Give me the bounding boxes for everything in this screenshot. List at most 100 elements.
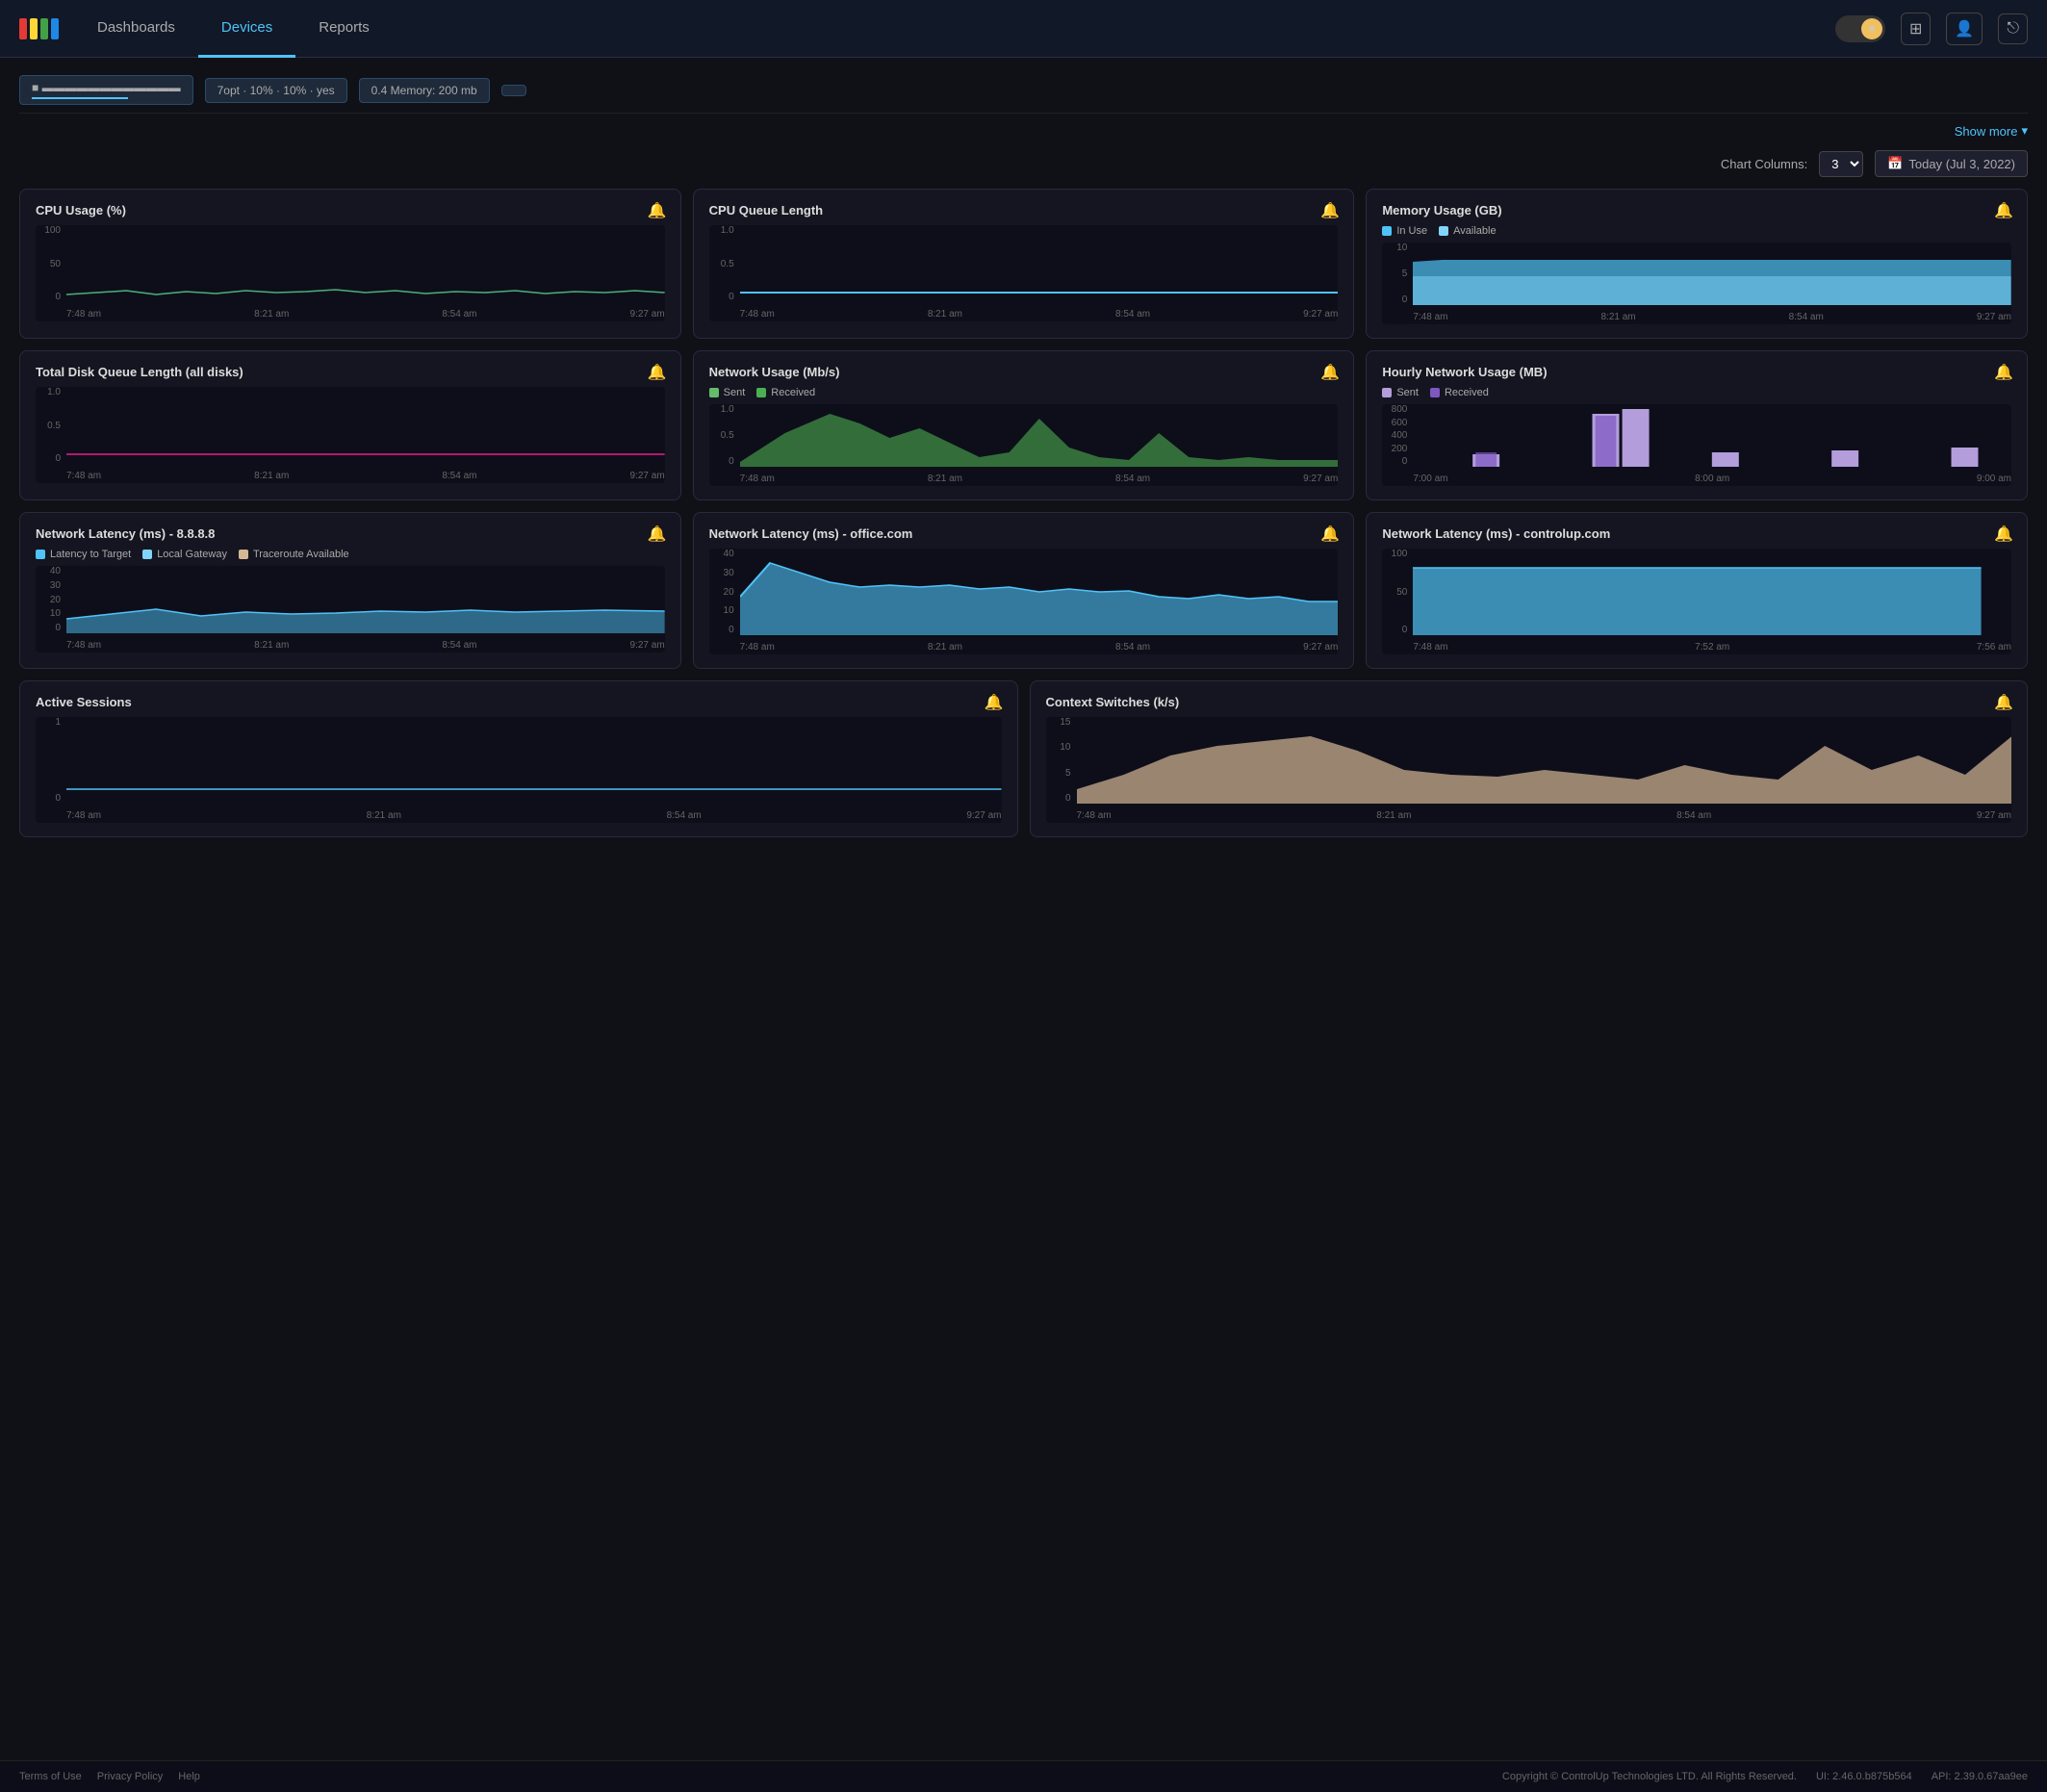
chart-title-latency-controlup: Network Latency (ms) - controlup.com bbox=[1382, 526, 2011, 541]
controls-row: Chart Columns: 3 2 1 📅 Today (Jul 3, 202… bbox=[19, 144, 2028, 189]
bell-icon-latency-controlup[interactable]: 🔔 bbox=[1994, 525, 2013, 544]
legend-hourly-network: Sent Received bbox=[1382, 387, 2011, 398]
logout-icon-button[interactable]: ⎋ bbox=[1998, 13, 2028, 44]
nav-reports[interactable]: Reports bbox=[295, 0, 393, 58]
chart-area-network-usage: 1.0 0.5 0 7:48 am 8:21 am 8:54 am 9:27 a… bbox=[709, 404, 1339, 486]
chart-memory-usage: Memory Usage (GB) 🔔 In Use Available 10 … bbox=[1366, 189, 2028, 339]
footer-right: Copyright © ControlUp Technologies LTD. … bbox=[1502, 1771, 2028, 1782]
nav-dashboards[interactable]: Dashboards bbox=[74, 0, 198, 58]
bell-icon-active-sessions[interactable]: 🔔 bbox=[985, 693, 1004, 712]
date-picker-button[interactable]: 📅 Today (Jul 3, 2022) bbox=[1875, 150, 2028, 177]
chart-latency-controlup: Network Latency (ms) - controlup.com 🔔 1… bbox=[1366, 512, 2028, 669]
bell-icon-memory[interactable]: 🔔 bbox=[1994, 201, 2013, 220]
footer-copyright: Copyright © ControlUp Technologies LTD. … bbox=[1502, 1771, 1797, 1782]
logo-bar-red bbox=[19, 18, 27, 39]
chart-title-context-switches: Context Switches (k/s) bbox=[1046, 695, 2012, 709]
chart-title-memory: Memory Usage (GB) bbox=[1382, 203, 2011, 218]
chart-hourly-network: Hourly Network Usage (MB) 🔔 Sent Receive… bbox=[1366, 350, 2028, 500]
help-link[interactable]: Help bbox=[178, 1771, 200, 1782]
chart-area-cpu-usage: 100 50 0 7:48 am 8:21 am 8:54 am 9:27 am bbox=[36, 225, 665, 321]
chart-latency-8888: Network Latency (ms) - 8.8.8.8 🔔 Latency… bbox=[19, 512, 681, 669]
latency-to-target-label: Latency to Target bbox=[50, 549, 131, 560]
chart-area-cpu-queue: 1.0 0.5 0 7:48 am 8:21 am 8:54 am 9:27 a… bbox=[709, 225, 1339, 321]
chart-cpu-usage: CPU Usage (%) 🔔 100 50 0 7:48 am 8:21 am… bbox=[19, 189, 681, 339]
toggle-circle: ☀ bbox=[1861, 18, 1882, 39]
terms-link[interactable]: Terms of Use bbox=[19, 1771, 82, 1782]
legend-memory: In Use Available bbox=[1382, 225, 2011, 237]
chart-title-network-usage: Network Usage (Mb/s) bbox=[709, 365, 1339, 379]
banner-blue-line bbox=[32, 97, 128, 99]
local-gateway-label: Local Gateway bbox=[157, 549, 227, 560]
footer-links: Terms of Use Privacy Policy Help bbox=[19, 1771, 200, 1782]
grid-icon-button[interactable]: ⊞ bbox=[1901, 13, 1931, 45]
logo-bar-yellow bbox=[30, 18, 38, 39]
chart-area-hourly-network: 800 600 400 200 0 bbox=[1382, 404, 2011, 486]
chart-svg-latency-office bbox=[740, 549, 1339, 635]
nav-devices[interactable]: Devices bbox=[198, 0, 295, 58]
footer: Terms of Use Privacy Policy Help Copyrig… bbox=[0, 1760, 2047, 1792]
chart-svg-context-switches bbox=[1077, 717, 2012, 804]
bell-icon-hourly-network[interactable]: 🔔 bbox=[1994, 363, 2013, 382]
chart-title-hourly-network: Hourly Network Usage (MB) bbox=[1382, 365, 2011, 379]
charts-row-4: Active Sessions 🔔 1 0 7:48 am 8:21 am 8:… bbox=[19, 680, 2028, 837]
bell-icon-cpu-queue[interactable]: 🔔 bbox=[1320, 201, 1340, 220]
bell-icon-latency-8888[interactable]: 🔔 bbox=[648, 525, 667, 544]
charts-row-3: Network Latency (ms) - 8.8.8.8 🔔 Latency… bbox=[19, 512, 2028, 669]
legend-latency-8888: Latency to Target Local Gateway Tracerou… bbox=[36, 549, 665, 560]
privacy-link[interactable]: Privacy Policy bbox=[97, 1771, 163, 1782]
chart-area-latency-8888: 40 30 20 10 0 7:48 am 8:21 am 8:54 am bbox=[36, 566, 665, 653]
chart-svg-disk-queue bbox=[66, 387, 665, 464]
show-more-row: Show more ▾ bbox=[19, 117, 2028, 144]
chart-area-active-sessions: 1 0 7:48 am 8:21 am 8:54 am 9:27 am bbox=[36, 717, 1002, 823]
banner-stat3 bbox=[501, 85, 526, 96]
chart-title-latency-office: Network Latency (ms) - office.com bbox=[709, 526, 1339, 541]
chart-title-cpu-queue: CPU Queue Length bbox=[709, 203, 1339, 218]
main-content: ■ ▬▬▬▬▬▬▬▬▬▬▬▬ 7opt · 10% · 10% · yes 0.… bbox=[0, 58, 2047, 1760]
chart-title-latency-8888: Network Latency (ms) - 8.8.8.8 bbox=[36, 526, 665, 541]
theme-toggle[interactable]: ☀ bbox=[1835, 15, 1885, 42]
chart-area-memory: 10 5 0 7:48 am 8:21 am 8:54 am 9:27 am bbox=[1382, 243, 2011, 324]
logo bbox=[19, 18, 59, 39]
chart-title-disk-queue: Total Disk Queue Length (all disks) bbox=[36, 365, 665, 379]
bell-icon-cpu-usage[interactable]: 🔔 bbox=[648, 201, 667, 220]
nav-items: Dashboards Devices Reports bbox=[74, 0, 1835, 58]
banner-stat1: 7opt · 10% · 10% · yes bbox=[205, 78, 347, 103]
logo-bar-blue bbox=[51, 18, 59, 39]
chart-svg-latency-controlup bbox=[1413, 549, 2011, 635]
chart-svg-network-usage bbox=[740, 404, 1339, 467]
banner-device-tag: ■ ▬▬▬▬▬▬▬▬▬▬▬▬ bbox=[19, 75, 193, 105]
chart-title-cpu-usage: CPU Usage (%) bbox=[36, 203, 665, 218]
banner-row: ■ ▬▬▬▬▬▬▬▬▬▬▬▬ 7opt · 10% · 10% · yes 0.… bbox=[19, 67, 2028, 114]
chart-svg-cpu-usage bbox=[66, 225, 665, 302]
chart-svg-hourly-network bbox=[1413, 404, 2011, 467]
chart-network-usage: Network Usage (Mb/s) 🔔 Sent Received 1.0… bbox=[693, 350, 1355, 500]
bell-icon-context-switches[interactable]: 🔔 bbox=[1994, 693, 2013, 712]
chart-columns-select[interactable]: 3 2 1 bbox=[1819, 151, 1863, 177]
chart-active-sessions: Active Sessions 🔔 1 0 7:48 am 8:21 am 8:… bbox=[19, 680, 1018, 837]
bell-icon-latency-office[interactable]: 🔔 bbox=[1320, 525, 1340, 544]
chart-area-latency-controlup: 100 50 0 7:48 am 7:52 am 7:56 am bbox=[1382, 549, 2011, 654]
user-icon-button[interactable]: 👤 bbox=[1946, 13, 1983, 45]
chart-area-latency-office: 40 30 20 10 0 7:48 am 8:21 am 8:54 am bbox=[709, 549, 1339, 654]
chart-disk-queue: Total Disk Queue Length (all disks) 🔔 1.… bbox=[19, 350, 681, 500]
banner-stat2: 0.4 Memory: 200 mb bbox=[359, 78, 490, 103]
chart-columns-label: Chart Columns: bbox=[1721, 157, 1807, 171]
bell-icon-network-usage[interactable]: 🔔 bbox=[1320, 363, 1340, 382]
chart-svg-memory bbox=[1413, 243, 2011, 305]
chart-latency-office: Network Latency (ms) - office.com 🔔 40 3… bbox=[693, 512, 1355, 669]
chart-context-switches: Context Switches (k/s) 🔔 15 10 5 0 7:48 … bbox=[1030, 680, 2029, 837]
legend-network-usage: Sent Received bbox=[709, 387, 1339, 398]
footer-ui-version: UI: 2.46.0.b875b564 bbox=[1816, 1771, 1912, 1782]
charts-row-1: CPU Usage (%) 🔔 100 50 0 7:48 am 8:21 am… bbox=[19, 189, 2028, 339]
chart-area-disk-queue: 1.0 0.5 0 7:48 am 8:21 am 8:54 am 9:27 a… bbox=[36, 387, 665, 483]
nav-right-actions: ☀ ⊞ 👤 ⎋ bbox=[1835, 13, 2028, 45]
footer-api-version: API: 2.39.0.67aa9ee bbox=[1932, 1771, 2028, 1782]
bell-icon-disk-queue[interactable]: 🔔 bbox=[648, 363, 667, 382]
top-navigation: Dashboards Devices Reports ☀ ⊞ 👤 ⎋ bbox=[0, 0, 2047, 58]
show-more-button[interactable]: Show more ▾ bbox=[1955, 123, 2028, 139]
chart-cpu-queue: CPU Queue Length 🔔 1.0 0.5 0 7:48 am 8:2… bbox=[693, 189, 1355, 339]
chart-svg-cpu-queue bbox=[740, 225, 1339, 302]
chart-svg-latency-8888 bbox=[66, 566, 665, 633]
chart-svg-active-sessions bbox=[66, 717, 1002, 804]
charts-row-2: Total Disk Queue Length (all disks) 🔔 1.… bbox=[19, 350, 2028, 500]
